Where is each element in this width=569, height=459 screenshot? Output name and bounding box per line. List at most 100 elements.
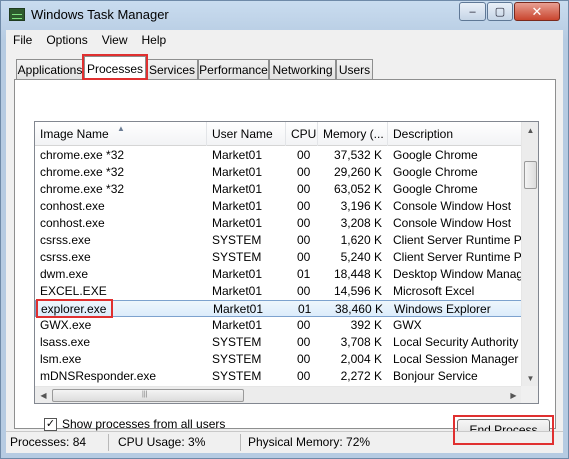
table-row[interactable]: mDNSResponder.exe SYSTEM 00 2,272 K Bonjour … <box>35 368 522 385</box>
cell-cpu: 01 <box>298 302 312 316</box>
column-description[interactable]: Description <box>388 122 522 146</box>
cell-cpu: 00 <box>297 233 311 247</box>
cell-image-name: EXCEL.EXE <box>40 284 107 298</box>
horizontal-scroll-thumb[interactable]: ||| <box>52 389 244 402</box>
window-title: Windows Task Manager <box>31 7 169 22</box>
column-image-name-label: Image Name <box>40 127 109 141</box>
cell-user-name: SYSTEM <box>212 369 262 383</box>
table-row[interactable]: lsass.exe SYSTEM 00 3,708 K Local Security A… <box>35 334 522 351</box>
cell-description: Local Security Authority Pro <box>393 335 522 349</box>
table-row[interactable]: EXCEL.EXE Market01 00 14,596 K Microsoft Exc… <box>35 283 522 300</box>
table-row[interactable]: chrome.exe *32 Market01 00 63,052 K Google C… <box>35 181 522 198</box>
show-all-users-label: Show processes from all users <box>62 417 226 431</box>
cell-description: Bonjour Service <box>393 369 478 383</box>
cell-cpu: 00 <box>297 250 311 264</box>
cell-image-name: chrome.exe *32 <box>40 182 125 196</box>
menu-view[interactable]: View <box>95 33 135 47</box>
sort-ascending-icon: ▲ <box>117 124 125 133</box>
column-cpu[interactable]: CPU <box>286 122 318 146</box>
cell-user-name: Market01 <box>212 199 263 213</box>
table-row[interactable]: chrome.exe *32 Market01 00 29,260 K Google C… <box>35 164 522 181</box>
cell-image-name: conhost.exe <box>40 216 105 230</box>
table-row[interactable]: conhost.exe Market01 00 3,196 K Console Wind… <box>35 198 522 215</box>
show-all-users-checkbox[interactable]: ✓ <box>44 417 57 431</box>
show-all-users-option[interactable]: ✓ Show processes from all users <box>44 417 225 431</box>
scroll-left-icon[interactable]: ◀ <box>35 387 52 403</box>
horizontal-scrollbar[interactable]: ◀ ||| ▶ <box>35 386 522 403</box>
cell-description: Console Window Host <box>393 216 512 230</box>
tab-applications[interactable]: Applications <box>16 59 84 79</box>
cell-user-name: Market01 <box>212 318 263 332</box>
column-memory[interactable]: Memory (... <box>318 122 388 146</box>
scroll-up-icon[interactable]: ▲ <box>522 122 538 139</box>
processes-panel: ▲ Image Name User Name CPU Memory (... D… <box>14 79 556 445</box>
minimize-button[interactable]: – <box>459 2 486 21</box>
table-row[interactable]: csrss.exe SYSTEM 00 1,620 K Client Server Ru… <box>35 232 522 249</box>
cell-memory: 3,196 K <box>340 199 382 213</box>
cell-image-name: lsm.exe <box>40 352 82 366</box>
cell-description: Desktop Window Manager <box>393 267 522 281</box>
cell-description: Windows Explorer <box>394 302 491 316</box>
cell-user-name: Market01 <box>212 284 263 298</box>
cell-image-name: chrome.exe *32 <box>40 165 125 179</box>
cell-cpu: 00 <box>297 216 311 230</box>
cell-cpu: 00 <box>297 199 311 213</box>
cell-memory: 18,448 K <box>333 267 382 281</box>
vertical-scroll-thumb[interactable] <box>524 161 537 189</box>
table-row[interactable]: explorer.exe Market01 01 38,460 K Windows Ex… <box>35 300 522 317</box>
column-user-name[interactable]: User Name <box>207 122 286 146</box>
close-button[interactable]: ✕ <box>514 2 560 21</box>
cell-description: Google Chrome <box>393 148 478 162</box>
cell-memory: 2,004 K <box>340 352 382 366</box>
cell-user-name: Market01 <box>212 165 263 179</box>
scroll-right-icon[interactable]: ▶ <box>505 387 522 403</box>
title-bar[interactable]: Windows Task Manager – ▢ ✕ <box>1 1 568 29</box>
table-row[interactable]: GWX.exe Market01 00 392 K GWX <box>35 317 522 334</box>
cell-memory: 5,240 K <box>340 250 382 264</box>
process-list[interactable]: ▲ Image Name User Name CPU Memory (... D… <box>34 121 539 404</box>
cell-cpu: 00 <box>297 318 311 332</box>
tab-performance[interactable]: Performance <box>198 59 269 79</box>
cell-cpu: 00 <box>297 335 311 349</box>
menu-file[interactable]: File <box>6 33 39 47</box>
cell-cpu: 00 <box>297 352 311 366</box>
tab-users[interactable]: Users <box>336 59 373 79</box>
cell-description: Client Server Runtime Proce <box>393 250 522 264</box>
cell-description: Console Window Host <box>393 199 512 213</box>
column-image-name[interactable]: ▲ Image Name <box>35 122 207 146</box>
cell-description: GWX <box>393 318 422 332</box>
cell-memory: 2,272 K <box>340 369 382 383</box>
cell-memory: 3,208 K <box>340 216 382 230</box>
tab-processes[interactable]: Processes <box>84 56 146 80</box>
table-row[interactable]: chrome.exe *32 Market01 00 37,532 K Google C… <box>35 147 522 164</box>
table-row[interactable]: lsm.exe SYSTEM 00 2,004 K Local Session Mana… <box>35 351 522 368</box>
cell-cpu: 00 <box>297 182 311 196</box>
task-manager-icon <box>9 8 25 21</box>
status-physical-memory: Physical Memory: 72% <box>248 435 371 449</box>
cell-memory: 1,620 K <box>340 233 382 247</box>
cell-memory: 3,708 K <box>340 335 382 349</box>
cell-image-name: chrome.exe *32 <box>40 148 125 162</box>
cell-user-name: Market01 <box>212 148 263 162</box>
maximize-button[interactable]: ▢ <box>487 2 513 21</box>
table-row[interactable]: conhost.exe Market01 00 3,208 K Console Wind… <box>35 215 522 232</box>
table-row[interactable]: csrss.exe SYSTEM 00 5,240 K Client Server Ru… <box>35 249 522 266</box>
cell-cpu: 00 <box>297 284 311 298</box>
cell-user-name: Market01 <box>212 267 263 281</box>
tab-services[interactable]: Services <box>146 59 198 79</box>
cell-memory: 392 K <box>350 318 382 332</box>
status-bar: Processes: 84 CPU Usage: 3% Physical Mem… <box>6 431 563 452</box>
cell-description: Local Session Manager Serv <box>393 352 522 366</box>
menu-help[interactable]: Help <box>135 33 174 47</box>
vertical-scrollbar[interactable]: ▲ ▼ <box>521 122 538 387</box>
table-row[interactable]: dwm.exe Market01 01 18,448 K Desktop Window … <box>35 266 522 283</box>
cell-user-name: SYSTEM <box>212 233 262 247</box>
menu-options[interactable]: Options <box>39 33 94 47</box>
cell-cpu: 00 <box>297 369 311 383</box>
scroll-down-icon[interactable]: ▼ <box>522 370 538 387</box>
cell-cpu: 01 <box>297 267 311 281</box>
list-header: ▲ Image Name User Name CPU Memory (... D… <box>35 122 522 146</box>
cell-memory: 14,596 K <box>333 284 382 298</box>
menu-bar: File Options View Help <box>6 30 563 50</box>
tab-networking[interactable]: Networking <box>269 59 336 79</box>
